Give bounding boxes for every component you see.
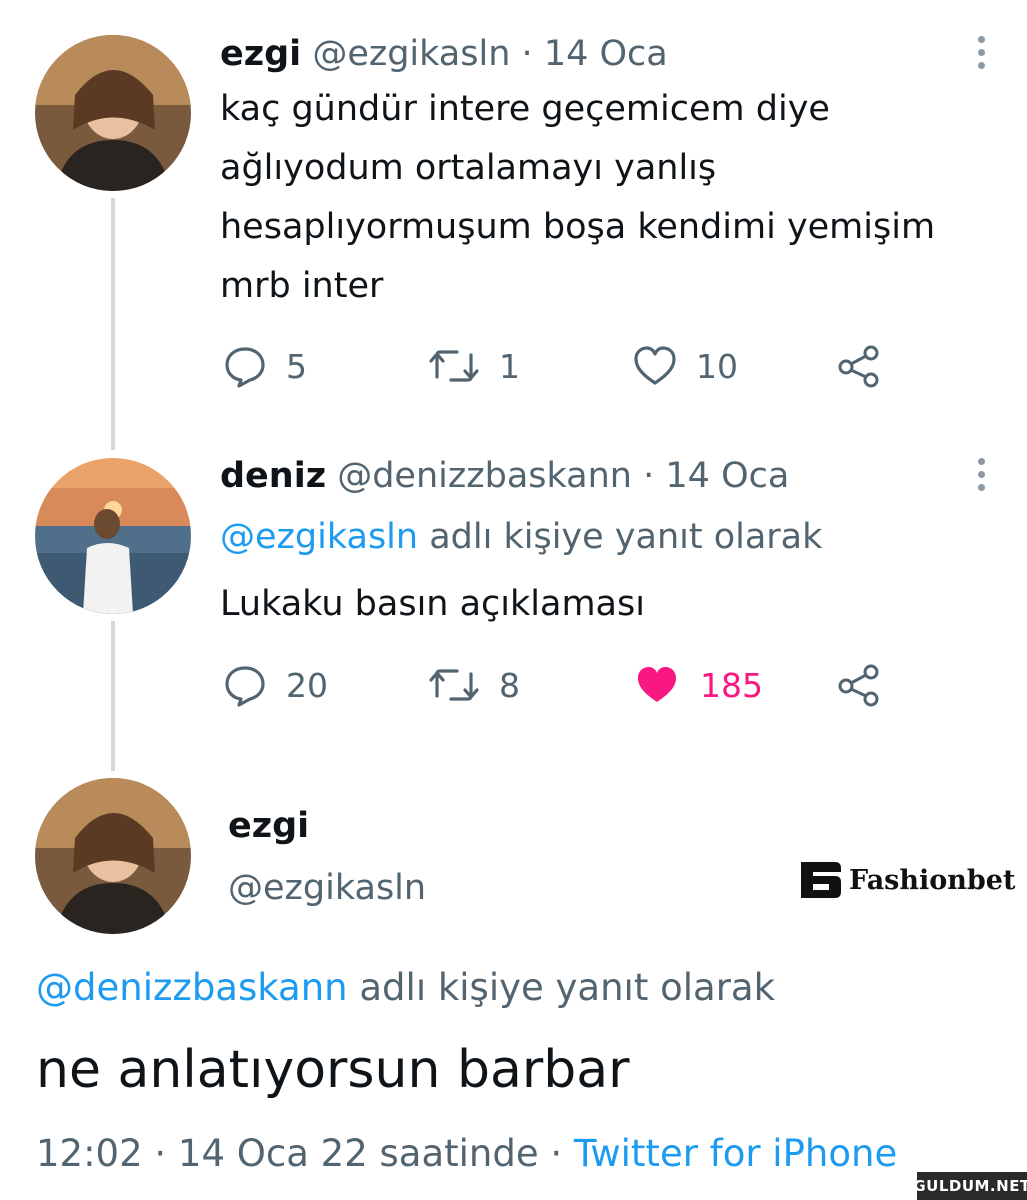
tweet-date[interactable]: 14 Oca: [544, 34, 668, 74]
tweet-text: ne anlatıyorsun barbar: [36, 1040, 630, 1100]
display-name[interactable]: deniz: [220, 456, 326, 496]
retweet-icon: [429, 350, 479, 382]
like-icon: [638, 667, 676, 702]
display-name[interactable]: ezgi: [220, 34, 301, 74]
reply-button[interactable]: 5: [222, 343, 307, 389]
avatar[interactable]: [35, 35, 191, 191]
reply-to-label: adlı kişiye yanıt olarak: [359, 966, 776, 1009]
like-count: 185: [700, 665, 763, 705]
retweet-button[interactable]: 1: [427, 343, 520, 389]
tweet-actions: 20 8 185: [222, 662, 1002, 712]
display-name[interactable]: ezgi: [228, 806, 309, 846]
more-icon[interactable]: [978, 458, 988, 497]
retweet-count: 8: [499, 665, 520, 705]
reply-icon: [225, 347, 265, 388]
reply-context: @denizzbaskann adlı kişiye yanıt olarak: [36, 966, 775, 1009]
share-button[interactable]: [834, 343, 884, 389]
site-watermark: GULDUM.NET: [913, 1172, 1027, 1200]
tweet-header: deniz @denizzbaskann · 14 Oca: [220, 456, 789, 496]
reply-context: @ezgikasln adlı kişiye yanıt olarak: [220, 517, 822, 557]
share-icon: [838, 345, 879, 388]
tweet-text-line: ağlıyodum ortalamayı yanlış: [220, 148, 717, 188]
reply-to-handle[interactable]: @ezgikasln: [220, 517, 418, 557]
user-handle[interactable]: @denizzbaskann: [337, 456, 632, 496]
separator-dot: ·: [521, 34, 533, 74]
share-button[interactable]: [834, 662, 884, 708]
reply-count: 20: [286, 665, 328, 705]
fashionbet-logo-icon: [801, 862, 841, 898]
retweet-button[interactable]: 8: [427, 662, 520, 708]
user-handle[interactable]: @ezgikasln: [228, 868, 426, 908]
tweet-timestamp[interactable]: 12:02 · 14 Oca 22 saatinde: [36, 1132, 539, 1175]
retweet-count: 1: [499, 346, 520, 386]
reply-icon: [225, 666, 265, 707]
reply-button[interactable]: 20: [222, 662, 328, 708]
reply-to-handle[interactable]: @denizzbaskann: [36, 966, 348, 1009]
watermark-brand: Fashionbet: [849, 864, 1016, 896]
retweet-icon: [429, 669, 479, 701]
tweet-text-line: hesaplıyormuşum boşa kendimi yemişim: [220, 207, 936, 247]
like-button[interactable]: 185: [632, 662, 763, 708]
tweet-text-line: kaç gündür intere geçemicem diye: [220, 89, 830, 129]
reply-to-label: adlı kişiye yanıt olarak: [429, 517, 823, 557]
tweet-header: ezgi @ezgikasln · 14 Oca: [220, 34, 668, 74]
reply-count: 5: [286, 346, 307, 386]
tweet-text-line: mrb inter: [220, 266, 384, 306]
tweet-text: kaç gündür intere geçemicem diye ağlıyod…: [220, 80, 935, 316]
tweet-source[interactable]: Twitter for iPhone: [574, 1132, 897, 1175]
separator-dot: ·: [550, 1132, 563, 1175]
like-icon: [634, 346, 676, 385]
avatar[interactable]: [35, 778, 191, 934]
avatar[interactable]: [35, 458, 191, 614]
more-icon[interactable]: [978, 36, 988, 75]
thread-connector: [111, 621, 115, 771]
thread-connector: [111, 198, 115, 450]
tweet-text: Lukaku basın açıklaması: [220, 584, 645, 624]
tweet-actions: 5 1 10: [222, 343, 1002, 393]
separator-dot: ·: [643, 456, 655, 496]
tweet-timestamp-row: 12:02 · 14 Oca 22 saatinde · Twitter for…: [36, 1132, 897, 1175]
tweet-date[interactable]: 14 Oca: [665, 456, 789, 496]
like-button[interactable]: 10: [632, 343, 738, 389]
fashionbet-watermark: Fashionbet: [795, 858, 1015, 902]
share-icon: [838, 664, 879, 707]
user-handle[interactable]: @ezgikasln: [312, 34, 510, 74]
like-count: 10: [696, 346, 738, 386]
